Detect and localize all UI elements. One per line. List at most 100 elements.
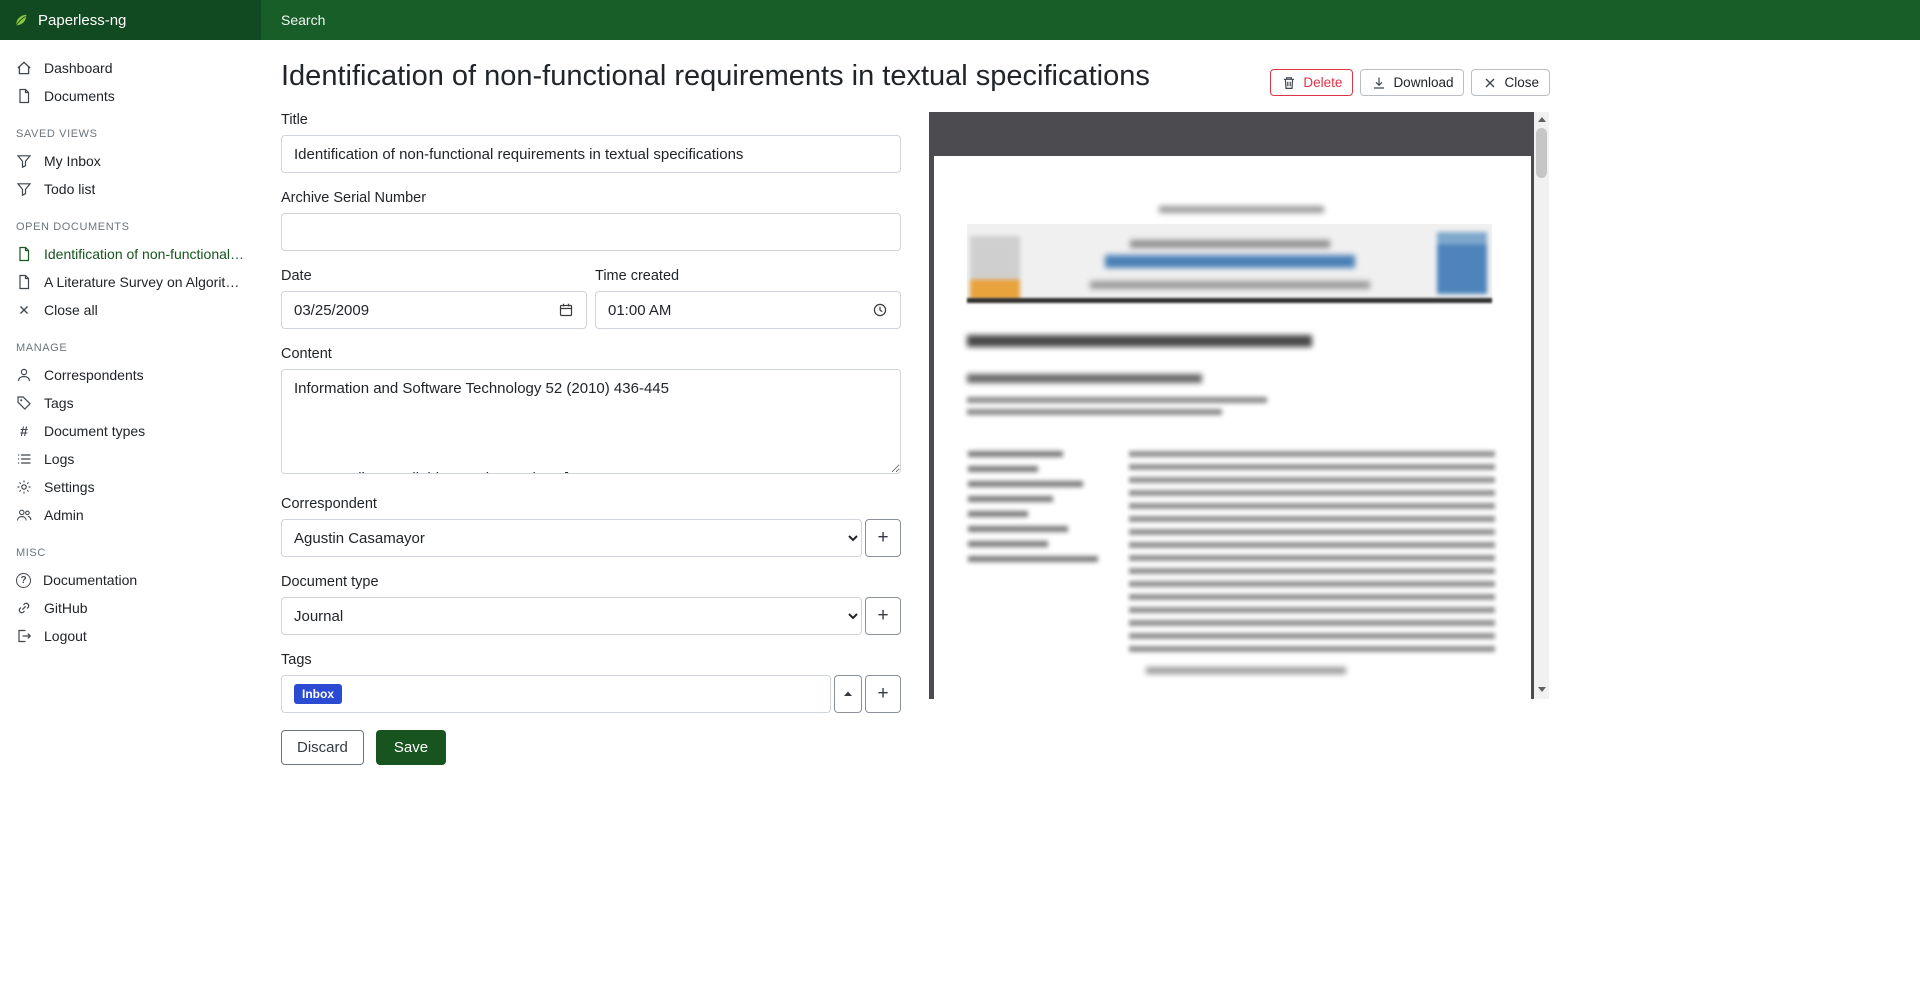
tags-label: Tags bbox=[281, 652, 901, 668]
app-brand[interactable]: Paperless-ng bbox=[0, 0, 261, 40]
logout-icon bbox=[16, 628, 32, 644]
sidebar-item-label: Todo list bbox=[44, 181, 95, 197]
sidebar-open-document-1[interactable]: Identification of non-functional require… bbox=[0, 240, 261, 268]
document-edit-form: Title Archive Serial Number Date 03/25/2… bbox=[281, 112, 901, 765]
add-tag-button[interactable]: + bbox=[865, 675, 901, 713]
sidebar-item-label: Documentation bbox=[43, 572, 137, 588]
x-icon bbox=[1482, 75, 1498, 91]
download-button[interactable]: Download bbox=[1360, 69, 1464, 96]
x-icon bbox=[16, 302, 32, 318]
sidebar-item-label: Tags bbox=[44, 395, 74, 411]
sidebar-item-my-inbox[interactable]: My Inbox bbox=[0, 147, 261, 175]
delete-button[interactable]: Delete bbox=[1270, 69, 1353, 96]
time-created-label: Time created bbox=[595, 268, 901, 284]
correspondent-select[interactable]: Agustin Casamayor bbox=[281, 519, 862, 557]
sidebar-item-document-types[interactable]: # Document types bbox=[0, 417, 261, 445]
link-icon bbox=[16, 600, 32, 616]
add-correspondent-button[interactable]: + bbox=[865, 519, 901, 557]
sidebar-item-logout[interactable]: Logout bbox=[0, 622, 261, 650]
pdf-blurred-authors bbox=[967, 374, 1202, 383]
pdf-blurred-cover-thumbnail bbox=[1437, 232, 1487, 294]
pdf-page bbox=[934, 156, 1531, 699]
close-button[interactable]: Close bbox=[1471, 69, 1550, 96]
people-icon bbox=[16, 507, 32, 523]
sidebar-open-document-2[interactable]: A Literature Survey on Algorithms for Mu… bbox=[0, 268, 261, 296]
tags-dropdown-button[interactable] bbox=[834, 675, 862, 713]
save-button[interactable]: Save bbox=[376, 730, 446, 765]
sidebar-item-label: GitHub bbox=[44, 600, 88, 616]
section-heading-open-documents: OPEN DOCUMENTS bbox=[0, 221, 261, 233]
sidebar-item-label: Dashboard bbox=[44, 60, 113, 76]
section-heading-saved-views: SAVED VIEWS bbox=[0, 128, 261, 140]
time-value: 01:00 AM bbox=[608, 302, 671, 319]
house-icon bbox=[16, 60, 32, 76]
pdf-preview[interactable] bbox=[929, 112, 1549, 699]
title-input[interactable] bbox=[281, 135, 901, 173]
sidebar-item-logs[interactable]: Logs bbox=[0, 445, 261, 473]
correspondent-label: Correspondent bbox=[281, 496, 901, 512]
pdf-blurred-article-info bbox=[968, 451, 1098, 571]
time-created-input[interactable]: 01:00 AM bbox=[595, 291, 901, 329]
sidebar-item-label: Documents bbox=[44, 88, 115, 104]
file-icon bbox=[16, 246, 32, 262]
list-icon bbox=[16, 451, 32, 467]
sidebar-item-admin[interactable]: Admin bbox=[0, 501, 261, 529]
asn-label: Archive Serial Number bbox=[281, 190, 901, 206]
sidebar-item-documents[interactable]: Documents bbox=[0, 82, 261, 110]
sidebar-item-label: My Inbox bbox=[44, 153, 101, 169]
sidebar-item-correspondents[interactable]: Correspondents bbox=[0, 361, 261, 389]
download-icon bbox=[1371, 75, 1387, 91]
plus-icon: + bbox=[877, 527, 888, 549]
content-textarea[interactable]: Information and Software Technology 52 (… bbox=[281, 369, 901, 474]
tag-badge-inbox[interactable]: Inbox bbox=[294, 684, 342, 704]
pdf-scrollbar[interactable] bbox=[1534, 112, 1549, 699]
caret-up-icon bbox=[840, 686, 856, 702]
sidebar-item-label: Logs bbox=[44, 451, 74, 467]
download-button-label: Download bbox=[1393, 75, 1453, 90]
sidebar: Dashboard Documents SAVED VIEWS My Inbox… bbox=[0, 40, 261, 981]
pdf-blurred-line bbox=[1146, 667, 1346, 674]
sidebar-item-documentation[interactable]: ? Documentation bbox=[0, 566, 261, 594]
hash-icon: # bbox=[16, 423, 32, 439]
person-icon bbox=[16, 367, 32, 383]
main-content: Identification of non-functional require… bbox=[261, 40, 1570, 765]
sidebar-item-todo-list[interactable]: Todo list bbox=[0, 175, 261, 203]
sidebar-item-dashboard[interactable]: Dashboard bbox=[0, 54, 261, 82]
sidebar-item-label: Document types bbox=[44, 423, 145, 439]
pdf-blurred-line bbox=[1130, 240, 1330, 248]
calendar-icon[interactable] bbox=[558, 302, 574, 318]
pdf-blurred-line bbox=[1090, 281, 1370, 289]
sidebar-item-label: Identification of non-functional require… bbox=[44, 246, 245, 262]
sidebar-item-label: Correspondents bbox=[44, 367, 144, 383]
tags-input[interactable]: Inbox bbox=[281, 675, 831, 713]
plus-icon: + bbox=[877, 605, 888, 627]
sidebar-item-settings[interactable]: Settings bbox=[0, 473, 261, 501]
pdf-blurred-article-title bbox=[967, 335, 1312, 347]
clock-icon[interactable] bbox=[872, 302, 888, 318]
asn-input[interactable] bbox=[281, 213, 901, 251]
page-title: Identification of non-functional require… bbox=[281, 57, 1150, 96]
document-actions: Delete Download Close bbox=[1270, 69, 1550, 96]
document-type-label: Document type bbox=[281, 574, 901, 590]
plus-icon: + bbox=[877, 683, 888, 705]
funnel-icon bbox=[16, 153, 32, 169]
file-icon bbox=[16, 88, 32, 104]
content-label: Content bbox=[281, 346, 901, 362]
document-type-select[interactable]: Journal bbox=[281, 597, 862, 635]
date-input[interactable]: 03/25/2009 bbox=[281, 291, 587, 329]
scroll-up-arrow-icon[interactable] bbox=[1534, 112, 1549, 127]
search-input[interactable] bbox=[281, 0, 701, 40]
section-heading-misc: MISC bbox=[0, 547, 261, 559]
scroll-down-arrow-icon[interactable] bbox=[1534, 682, 1549, 697]
pdf-blurred-publisher-logo bbox=[970, 236, 1020, 300]
discard-button[interactable]: Discard bbox=[281, 730, 364, 765]
sidebar-item-close-all[interactable]: Close all bbox=[0, 296, 261, 324]
date-value: 03/25/2009 bbox=[294, 302, 369, 319]
gear-icon bbox=[16, 479, 32, 495]
sidebar-item-tags[interactable]: Tags bbox=[0, 389, 261, 417]
sidebar-item-github[interactable]: GitHub bbox=[0, 594, 261, 622]
top-navbar: Paperless-ng bbox=[0, 0, 1920, 40]
add-document-type-button[interactable]: + bbox=[865, 597, 901, 635]
pdf-scrollbar-thumb[interactable] bbox=[1536, 128, 1547, 178]
sidebar-item-label: Settings bbox=[44, 479, 95, 495]
